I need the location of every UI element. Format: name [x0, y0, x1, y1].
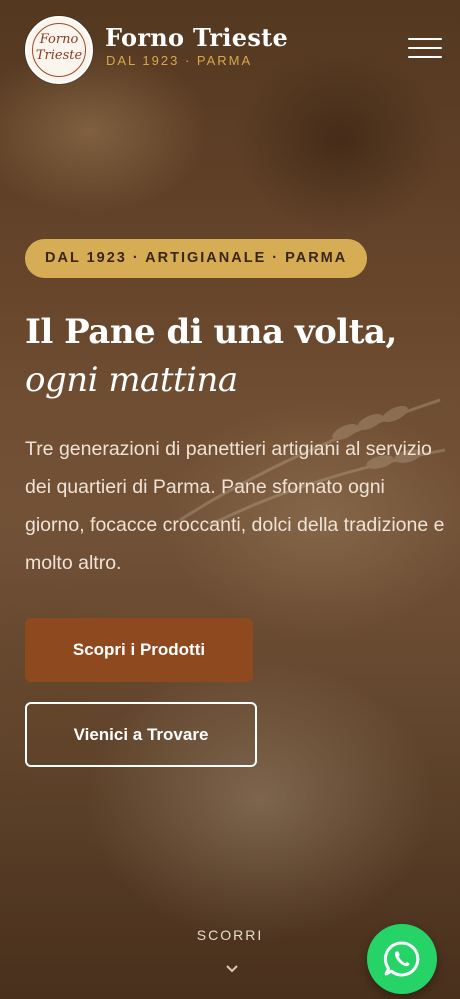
visit-us-button[interactable]: Vienici a Trovare	[25, 702, 257, 767]
whatsapp-icon	[383, 941, 420, 977]
hero-badge: DAL 1923 · ARTIGIANALE · PARMA	[25, 239, 368, 278]
logo-text-line2: Trieste	[35, 48, 83, 63]
chevron-down-icon[interactable]	[225, 962, 239, 976]
brand-subtitle: DAL 1923 · PARMA	[106, 53, 253, 68]
hero-title-line2: ogni mattina	[25, 360, 238, 400]
hamburger-menu-icon[interactable]	[408, 38, 442, 62]
hero-description: Tre generazioni di panettieri artigiani …	[25, 438, 445, 574]
hero-title-line1: Il Pane di una volta,	[25, 312, 397, 352]
brand-name[interactable]: Forno Trieste	[105, 23, 288, 52]
whatsapp-button[interactable]	[367, 924, 437, 994]
logo-text-line1: Forno	[39, 32, 79, 47]
brand-logo[interactable]: Forno Trieste	[25, 16, 93, 84]
hero-title: Il Pane di una volta, ogni mattina	[25, 308, 445, 404]
discover-products-button[interactable]: Scopri i Prodotti	[25, 618, 253, 682]
